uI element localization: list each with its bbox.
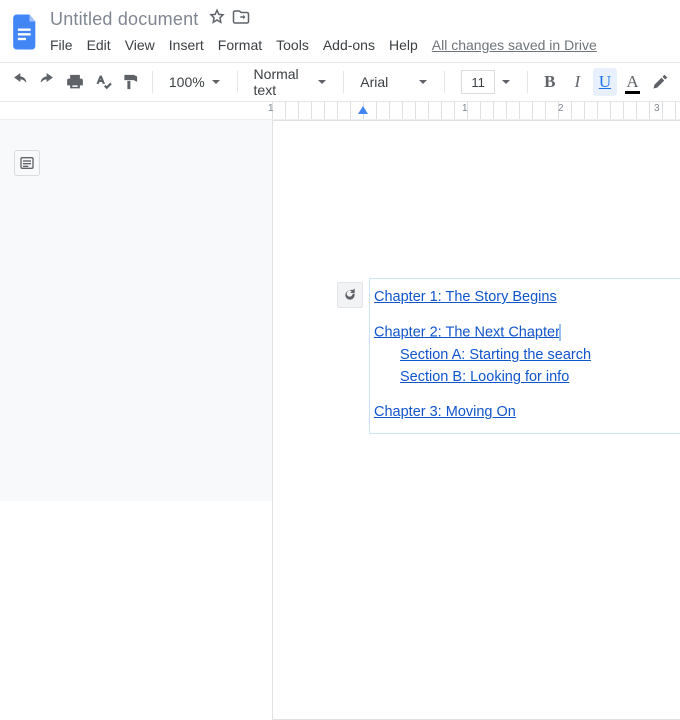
toc-entry-label: Chapter 1: The Story Begins xyxy=(374,289,557,305)
toc-entry[interactable]: Section B: Looking for info xyxy=(400,366,569,388)
menu-edit[interactable]: Edit xyxy=(87,37,111,53)
document-outline-button[interactable] xyxy=(14,150,40,176)
toc-entry[interactable]: Chapter 3: Moving On xyxy=(374,401,516,423)
menubar: File Edit View Insert Format Tools Add-o… xyxy=(50,31,672,53)
ruler-mark: 3 xyxy=(654,103,660,114)
toc-entry-label: Chapter 2: The Next Chapter xyxy=(374,324,560,340)
separator xyxy=(152,71,153,93)
italic-button[interactable]: I xyxy=(566,68,590,96)
undo-button[interactable] xyxy=(8,68,32,96)
bold-button[interactable]: B xyxy=(538,68,562,96)
text-cursor xyxy=(559,324,561,341)
toc-entry-label: Chapter 3: Moving On xyxy=(374,404,516,420)
toolbar: 100% Normal text Arial 11 B I U A xyxy=(0,62,680,102)
print-button[interactable] xyxy=(63,68,87,96)
font-family-value: Arial xyxy=(360,74,388,90)
font-size-value: 11 xyxy=(461,70,495,94)
menu-format[interactable]: Format xyxy=(218,37,262,53)
underline-button[interactable]: U xyxy=(593,68,617,96)
separator xyxy=(527,71,528,93)
paint-format-button[interactable] xyxy=(118,68,142,96)
separator xyxy=(444,71,445,93)
redo-button[interactable] xyxy=(36,68,60,96)
font-family-select[interactable]: Arial xyxy=(354,68,434,96)
toc-entry[interactable]: Section A: Starting the search xyxy=(400,344,591,366)
ruler[interactable]: 1 1 2 3 xyxy=(0,102,680,120)
ruler-mark: 1 xyxy=(462,103,468,114)
table-of-contents[interactable]: Chapter 1: The Story Begins Chapter 2: T… xyxy=(369,278,680,434)
chevron-down-icon xyxy=(418,74,428,90)
highlight-button[interactable] xyxy=(648,68,672,96)
chevron-down-icon xyxy=(211,74,221,90)
move-icon[interactable] xyxy=(232,8,250,31)
separator xyxy=(343,71,344,93)
chevron-down-icon xyxy=(501,74,511,90)
menu-addons[interactable]: Add-ons xyxy=(323,37,375,53)
star-icon[interactable] xyxy=(208,8,226,31)
document-title[interactable]: Untitled document xyxy=(50,9,198,30)
font-size-select[interactable]: 11 xyxy=(455,68,517,96)
text-color-button[interactable]: A xyxy=(621,68,645,96)
docs-logo-icon[interactable] xyxy=(8,10,44,54)
toc-entry[interactable]: Chapter 2: The Next Chapter xyxy=(374,321,561,344)
save-status[interactable]: All changes saved in Drive xyxy=(432,37,597,53)
ruler-mark: 1 xyxy=(268,103,274,114)
spellcheck-button[interactable] xyxy=(91,68,115,96)
menu-file[interactable]: File xyxy=(50,37,73,53)
separator xyxy=(237,71,238,93)
paragraph-style-select[interactable]: Normal text xyxy=(248,68,334,96)
zoom-value: 100% xyxy=(169,74,205,90)
toc-refresh-button[interactable] xyxy=(337,282,363,308)
menu-insert[interactable]: Insert xyxy=(169,37,204,53)
indent-marker-icon[interactable] xyxy=(358,106,368,114)
paragraph-style-value: Normal text xyxy=(254,66,312,98)
menu-view[interactable]: View xyxy=(125,37,155,53)
ruler-mark: 2 xyxy=(558,103,564,114)
toc-entry-label: Section A: Starting the search xyxy=(400,347,591,363)
toc-entry[interactable]: Chapter 1: The Story Begins xyxy=(374,286,557,308)
chevron-down-icon xyxy=(317,74,327,90)
menu-tools[interactable]: Tools xyxy=(276,37,309,53)
zoom-select[interactable]: 100% xyxy=(163,68,227,96)
toc-entry-label: Section B: Looking for info xyxy=(400,369,569,385)
menu-help[interactable]: Help xyxy=(389,37,418,53)
